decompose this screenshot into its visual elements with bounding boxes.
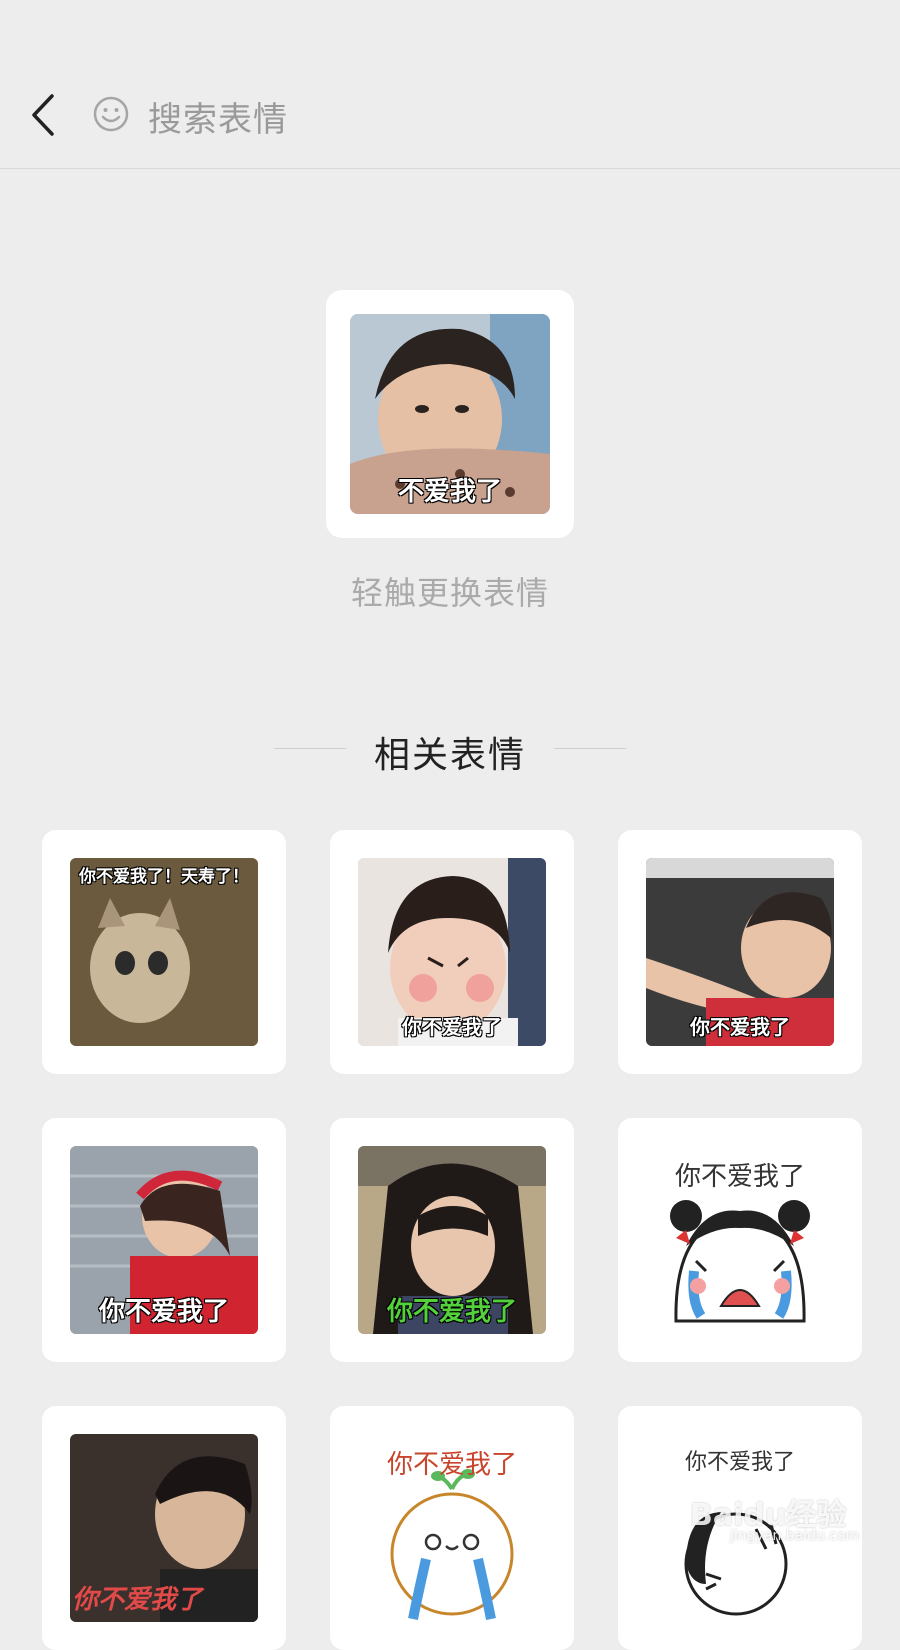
- sticker-item[interactable]: 你不爱我了: [618, 830, 862, 1074]
- selected-sticker-image: 不爱我了: [350, 314, 550, 514]
- sticker-caption: 你不爱我了: [98, 1297, 229, 1327]
- divider-right: [554, 748, 626, 749]
- sticker-caption: 你不爱我了！天寿了！: [79, 867, 249, 887]
- sticker-caption: 你不爱我了: [402, 1015, 502, 1039]
- sticker-image: 你不爱我了: [358, 858, 546, 1046]
- emoji-icon[interactable]: [92, 95, 130, 133]
- sticker-item[interactable]: 你不爱我了！天寿了！: [42, 830, 286, 1074]
- sticker-item[interactable]: 你不爱我了: [42, 1118, 286, 1362]
- sticker-item[interactable]: 你不爱我了: [330, 830, 574, 1074]
- sticker-caption: 你不爱我了: [72, 1585, 203, 1615]
- selected-sticker-caption: 不爱我了: [397, 477, 502, 507]
- search-sticker-input[interactable]: 搜索表情: [148, 92, 288, 141]
- sticker-image: 你不爱我了: [358, 1146, 546, 1334]
- selected-sticker-card[interactable]: 不爱我了: [326, 290, 574, 538]
- sticker-caption: 你不爱我了: [386, 1450, 517, 1480]
- sticker-caption: 你不爱我了: [684, 1450, 795, 1475]
- baidu-watermark-url: jingyan.baidu.com: [730, 1528, 860, 1544]
- sticker-image: 你不爱我了: [70, 1146, 258, 1334]
- tap-to-change-hint: 轻触更换表情: [350, 574, 549, 612]
- back-button[interactable]: [24, 90, 64, 140]
- sticker-image: 你不爱我了: [358, 1434, 546, 1622]
- sticker-caption: 你不爱我了: [674, 1162, 805, 1192]
- sticker-image: 你不爱我了！天寿了！: [70, 858, 258, 1046]
- sticker-caption: 你不爱我了: [386, 1297, 517, 1327]
- sticker-image: 你不爱我了: [646, 1146, 834, 1334]
- top-bar: 搜索表情: [0, 0, 900, 169]
- sticker-item[interactable]: 你不爱我了: [330, 1406, 574, 1650]
- related-stickers-header: 相关表情: [0, 722, 900, 776]
- section-title: 相关表情: [373, 735, 526, 776]
- chevron-left-icon: [32, 94, 54, 136]
- sticker-item[interactable]: 你不爱我了: [42, 1406, 286, 1650]
- sticker-item[interactable]: 你不爱我了: [330, 1118, 574, 1362]
- sticker-item[interactable]: 你不爱我了: [618, 1118, 862, 1362]
- sticker-caption: 你不爱我了: [690, 1015, 790, 1039]
- sticker-image: 你不爱我了: [70, 1434, 258, 1622]
- sticker-image: 你不爱我了: [646, 858, 834, 1046]
